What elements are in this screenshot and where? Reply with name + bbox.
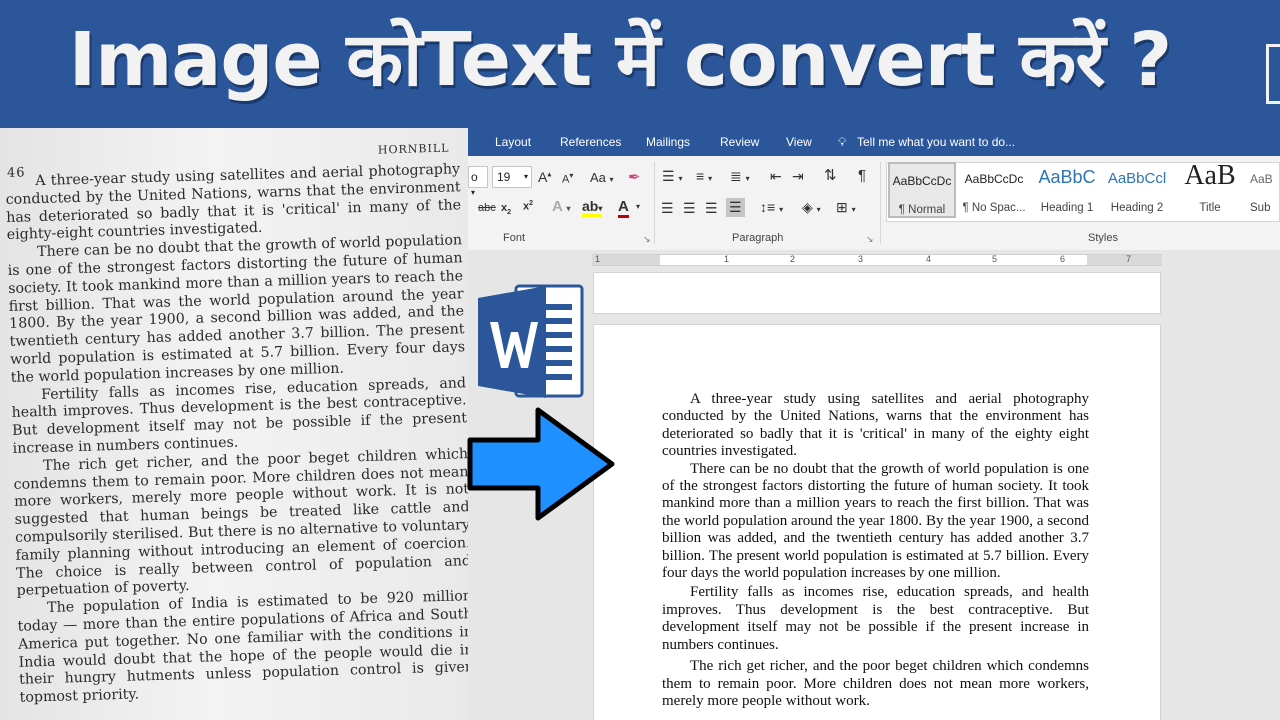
- multilevel-list-icon[interactable]: ≣ ▾: [730, 168, 750, 185]
- ruler-mark: 1: [724, 254, 730, 264]
- book-paragraph: A three-year study using satellites and …: [5, 161, 462, 244]
- book-paragraph: The rich get richer, and the poor beget …: [13, 445, 468, 600]
- paragraph-dialog-launcher-icon[interactable]: ↘: [866, 234, 874, 245]
- font-group-label: Font: [503, 232, 526, 244]
- tab-layout[interactable]: Layout: [495, 135, 531, 149]
- lightbulb-icon: 💡︎: [838, 135, 847, 149]
- align-left-icon[interactable]: ☰: [661, 200, 674, 217]
- book-title-header: HORNBILL: [377, 141, 450, 157]
- ruler-left-margin: [592, 255, 660, 265]
- group-divider: [880, 162, 881, 244]
- tell-me-search[interactable]: Tell me what you want to do...: [857, 135, 1015, 149]
- align-center-icon[interactable]: ☰: [683, 200, 696, 217]
- ribbon-tab-bar: Layout References Mailings Review View 💡…: [468, 128, 1280, 156]
- font-dialog-launcher-icon[interactable]: ↘: [643, 234, 651, 245]
- group-divider: [654, 162, 655, 244]
- grow-font-icon[interactable]: A▴: [538, 169, 551, 185]
- strikethrough-icon[interactable]: abc: [478, 202, 496, 214]
- shading-icon[interactable]: ◈ ▾: [802, 199, 821, 216]
- style-no-spacing[interactable]: AaBbCcDc ¶ No Spac...: [960, 162, 1028, 218]
- word-logo-icon: [478, 284, 584, 398]
- sort-icon[interactable]: ⇅: [824, 166, 837, 184]
- tab-view[interactable]: View: [786, 135, 812, 149]
- style-normal[interactable]: AaBbCcDc ¶ Normal: [888, 162, 956, 218]
- horizontal-ruler[interactable]: 1 1 2 3 4 5 6 7: [592, 254, 1162, 266]
- document-page-previous: [593, 272, 1161, 314]
- increase-indent-icon[interactable]: ⇥: [792, 168, 804, 185]
- book-page-content: 46 HORNBILL A three-year study using sat…: [4, 128, 468, 708]
- style-subtitle[interactable]: AaB Sub: [1250, 162, 1280, 218]
- font-family-box[interactable]: o ▾: [468, 166, 488, 197]
- book-page-number: 46: [6, 165, 26, 181]
- clear-formatting-icon[interactable]: ✒: [628, 168, 641, 186]
- word-ribbon: Layout References Mailings Review View 💡…: [468, 128, 1280, 250]
- title-banner: Image कोText में convert करें ?: [0, 0, 1280, 128]
- ruler-mark: 1: [595, 254, 601, 264]
- ruler-mark: 4: [926, 254, 932, 264]
- right-arrow-icon: [467, 407, 615, 521]
- document-paragraph: There can be no doubt that the growth of…: [662, 460, 1089, 582]
- paragraph-group-label: Paragraph: [732, 232, 784, 244]
- text-effects-icon[interactable]: A ▾: [552, 198, 570, 215]
- superscript-icon[interactable]: x2: [523, 200, 533, 213]
- font-color-dropdown-icon[interactable]: ▾: [636, 202, 640, 211]
- font-size-box[interactable]: 19 ▾: [492, 166, 532, 188]
- ruler-mark: 3: [858, 254, 864, 264]
- styles-group-label: Styles: [1088, 232, 1118, 244]
- style-heading-1[interactable]: AaBbC Heading 1: [1032, 162, 1102, 218]
- show-formatting-marks-icon[interactable]: ¶: [858, 167, 866, 184]
- borders-icon[interactable]: ⊞ ▾: [836, 199, 856, 216]
- ruler-mark: 2: [790, 254, 796, 264]
- bullets-icon[interactable]: ☰ ▾: [662, 168, 682, 185]
- numbering-icon[interactable]: ≡ ▾: [696, 168, 712, 184]
- book-page-photo: 46 HORNBILL A three-year study using sat…: [0, 128, 468, 720]
- tab-mailings[interactable]: Mailings: [646, 135, 690, 149]
- document-paragraph: The rich get richer, and the poor beget …: [662, 658, 1089, 709]
- document-page[interactable]: A three-year study using satellites and …: [593, 324, 1161, 720]
- style-heading-2[interactable]: AaBbCcl Heading 2: [1104, 162, 1170, 218]
- font-color-icon[interactable]: A: [618, 198, 629, 218]
- banner-title: Image कोText में convert करें ?: [68, 17, 1172, 103]
- justify-icon[interactable]: ☰: [726, 198, 745, 217]
- document-body[interactable]: A three-year study using satellites and …: [662, 391, 1089, 710]
- ruler-right-margin: [1087, 255, 1162, 265]
- tab-review[interactable]: Review: [720, 135, 759, 149]
- book-paragraph: Fertility falls as incomes rise, educati…: [11, 374, 468, 457]
- decrease-indent-icon[interactable]: ⇤: [770, 168, 782, 185]
- align-right-icon[interactable]: ☰: [705, 200, 718, 217]
- style-title[interactable]: AaB Title: [1174, 160, 1246, 218]
- book-paragraph: There can be no doubt that the growth of…: [7, 232, 466, 386]
- thumbnail: { "banner": {"title": "Image कोText में …: [0, 0, 1280, 720]
- subscript-icon[interactable]: x2: [501, 202, 511, 216]
- tab-references[interactable]: References: [560, 135, 621, 149]
- banner-edge-frame: [1266, 44, 1280, 104]
- ruler-mark: 6: [1060, 254, 1066, 264]
- change-case-icon[interactable]: Aa ▾: [590, 170, 614, 185]
- document-paragraph: A three-year study using satellites and …: [662, 391, 1089, 460]
- line-spacing-icon[interactable]: ↕≡ ▾: [760, 199, 783, 215]
- document-paragraph: Fertility falls as incomes rise, educati…: [662, 584, 1089, 653]
- ruler-mark: 5: [992, 254, 998, 264]
- book-paragraph: The population of India is estimated to …: [17, 588, 468, 706]
- highlight-icon[interactable]: ab▾: [582, 198, 603, 217]
- shrink-font-icon[interactable]: A▾: [562, 171, 573, 186]
- ruler-mark: 7: [1126, 254, 1132, 264]
